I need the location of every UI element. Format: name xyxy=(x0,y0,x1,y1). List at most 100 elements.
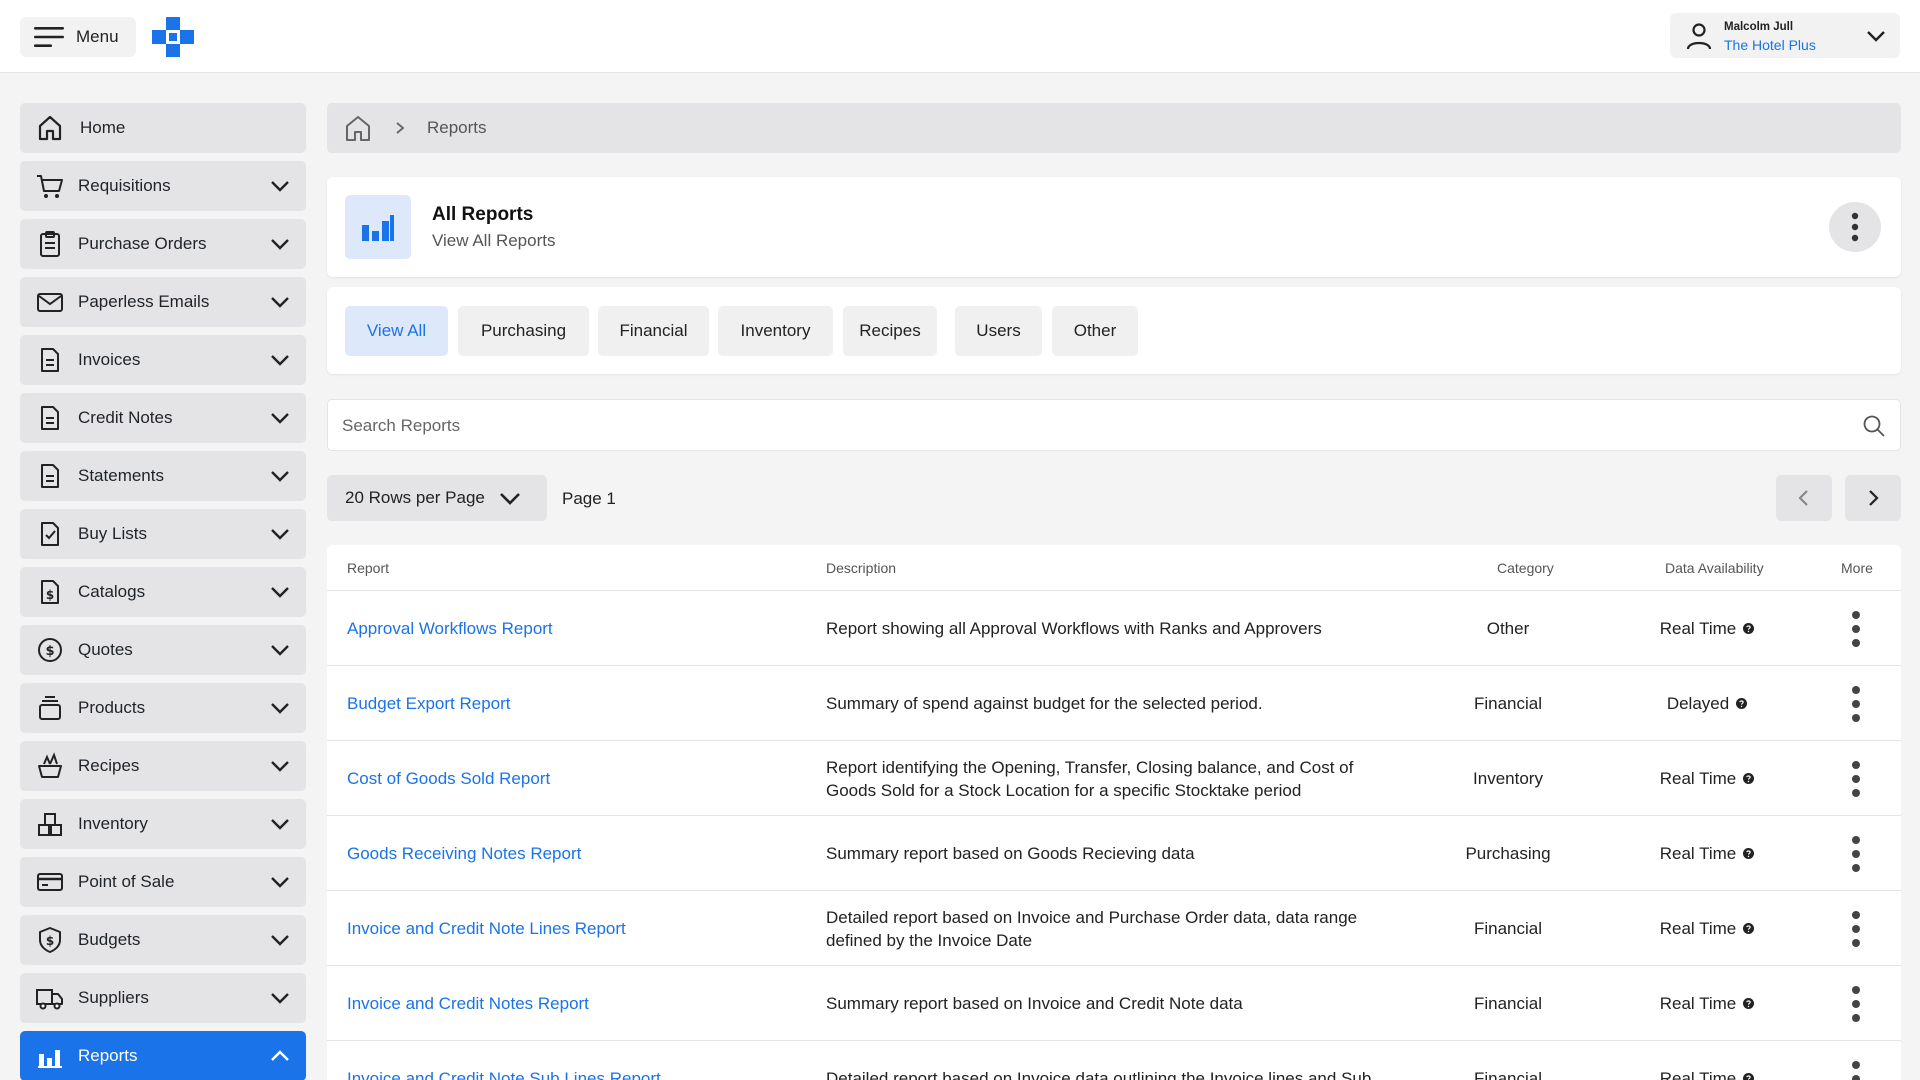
report-availability: Real Time xyxy=(1627,966,1787,1041)
sidebar-item-invoices[interactable]: Invoices xyxy=(20,335,306,385)
report-link[interactable]: Invoice and Credit Note Lines Report xyxy=(347,891,626,966)
report-link[interactable]: Budget Export Report xyxy=(347,666,510,741)
sidebar-item-label: Quotes xyxy=(78,640,133,659)
help-icon[interactable] xyxy=(1736,698,1748,709)
row-more-icon[interactable] xyxy=(1849,909,1863,949)
document-icon xyxy=(41,406,59,430)
tab-view-all[interactable]: View All xyxy=(345,306,448,356)
sidebar-item-statements[interactable]: Statements xyxy=(20,451,306,501)
sidebar-item-point-of-sale[interactable]: Point of Sale xyxy=(20,857,306,907)
chevron-down-icon xyxy=(1867,31,1885,42)
sidebar-item-inventory[interactable]: Inventory xyxy=(20,799,306,849)
chevron-down-icon xyxy=(271,935,289,946)
help-icon[interactable] xyxy=(1743,773,1755,784)
row-more-icon[interactable] xyxy=(1849,759,1863,799)
sidebar-item-label: Products xyxy=(78,698,146,717)
home-icon[interactable] xyxy=(343,113,373,143)
svg-text:$: $ xyxy=(46,588,54,602)
report-description: Detailed report based on Invoice data ou… xyxy=(826,1069,1372,1080)
sidebar-item-products[interactable]: Products xyxy=(20,683,306,733)
report-link[interactable]: Invoice and Credit Note Sub Lines Report xyxy=(347,1041,661,1080)
page-title: All Reports xyxy=(432,204,534,225)
sidebar-item-credit-notes[interactable]: Credit Notes xyxy=(20,393,306,443)
availability-text: Real Time xyxy=(1659,1068,1737,1080)
report-link[interactable]: Goods Receiving Notes Report xyxy=(347,816,581,891)
table-row: Approval Workflows Report Report showing… xyxy=(327,591,1901,666)
sidebar-item-paperless-emails[interactable]: Paperless Emails xyxy=(20,277,306,327)
sidebar-item-budgets[interactable]: $ Budgets xyxy=(20,915,306,965)
column-header-report[interactable]: Report xyxy=(347,560,389,576)
boxes-icon xyxy=(38,813,62,836)
sidebar-item-purchase-orders[interactable]: Purchase Orders xyxy=(20,219,306,269)
category-tabs: View All Purchasing Financial Inventory … xyxy=(327,287,1901,374)
tab-recipes[interactable]: Recipes xyxy=(843,306,937,356)
table-header: Report Description Category Data Availab… xyxy=(327,545,1901,591)
sidebar-item-reports[interactable]: Reports xyxy=(20,1031,306,1080)
app-logo[interactable] xyxy=(152,17,194,57)
rows-per-page-select[interactable]: 20 Rows per Page xyxy=(327,475,547,521)
pot-icon xyxy=(38,752,62,778)
availability-text: Delayed xyxy=(1666,693,1730,713)
report-link[interactable]: Approval Workflows Report xyxy=(347,591,553,666)
header-more-button[interactable] xyxy=(1829,202,1881,252)
report-availability: Real Time xyxy=(1627,741,1787,816)
report-category: Financial xyxy=(1473,693,1543,713)
row-more-icon[interactable] xyxy=(1849,684,1863,724)
user-menu[interactable]: Malcolm Jull The Hotel Plus xyxy=(1670,13,1900,58)
next-page-button[interactable] xyxy=(1845,475,1901,521)
page-indicator: Page 1 xyxy=(562,489,616,508)
tab-other[interactable]: Other xyxy=(1052,306,1138,356)
chevron-down-icon xyxy=(271,297,289,308)
sidebar-item-suppliers[interactable]: Suppliers xyxy=(20,973,306,1023)
search-icon[interactable] xyxy=(1862,414,1886,438)
help-icon[interactable] xyxy=(1743,998,1755,1009)
sidebar-item-requisitions[interactable]: Requisitions xyxy=(20,161,306,211)
row-more-icon[interactable] xyxy=(1849,1059,1863,1080)
previous-page-button[interactable] xyxy=(1776,475,1832,521)
help-icon[interactable] xyxy=(1743,923,1755,934)
column-header-data-availability[interactable]: Data Availability xyxy=(1665,560,1764,576)
row-more-icon[interactable] xyxy=(1849,609,1863,649)
sidebar-item-recipes[interactable]: Recipes xyxy=(20,741,306,791)
help-icon[interactable] xyxy=(1743,1073,1755,1080)
sidebar-item-home[interactable]: Home xyxy=(20,103,306,153)
chevron-down-icon xyxy=(271,877,289,888)
availability-text: Real Time xyxy=(1659,618,1737,638)
row-more-icon[interactable] xyxy=(1849,834,1863,874)
tab-purchasing[interactable]: Purchasing xyxy=(458,306,589,356)
sidebar-item-quotes[interactable]: $ Quotes xyxy=(20,625,306,675)
chevron-down-icon xyxy=(271,703,289,714)
document-icon xyxy=(41,464,59,488)
menu-button[interactable]: Menu xyxy=(20,17,136,57)
tab-inventory[interactable]: Inventory xyxy=(718,306,833,356)
tab-users[interactable]: Users xyxy=(955,306,1042,356)
report-description: Summary of spend against budget for the … xyxy=(826,694,1263,713)
sidebar-item-buy-lists[interactable]: Buy Lists xyxy=(20,509,306,559)
availability-text: Real Time xyxy=(1659,918,1737,938)
column-header-category[interactable]: Category xyxy=(1497,560,1554,576)
sidebar-item-label: Invoices xyxy=(78,350,141,369)
table-row: Cost of Goods Sold Report Report identif… xyxy=(327,741,1901,816)
clipboard-icon xyxy=(40,231,60,257)
tab-financial[interactable]: Financial xyxy=(598,306,709,356)
column-header-description[interactable]: Description xyxy=(826,560,896,576)
search-input[interactable] xyxy=(342,414,1822,438)
sidebar-item-catalogs[interactable]: $ Catalogs xyxy=(20,567,306,617)
row-more-icon[interactable] xyxy=(1849,984,1863,1024)
reports-header-card: All Reports View All Reports xyxy=(327,177,1901,277)
sidebar-item-label: Budgets xyxy=(78,930,141,949)
reports-table: Report Description Category Data Availab… xyxy=(327,545,1901,1080)
help-icon[interactable] xyxy=(1743,623,1755,634)
checklist-icon xyxy=(41,522,59,546)
report-link[interactable]: Cost of Goods Sold Report xyxy=(347,741,550,816)
help-icon[interactable] xyxy=(1743,848,1755,859)
report-description: Summary report based on Invoice and Cred… xyxy=(826,994,1243,1013)
report-availability: Real Time xyxy=(1627,891,1787,966)
report-category: Financial xyxy=(1473,918,1543,938)
sidebar-item-label: Requisitions xyxy=(78,176,171,195)
report-link[interactable]: Invoice and Credit Notes Report xyxy=(347,966,589,1041)
chevron-right-icon xyxy=(1869,490,1879,506)
sidebar-item-label: Reports xyxy=(78,1046,138,1065)
availability-text: Real Time xyxy=(1659,768,1737,788)
sidebar-item-label: Home xyxy=(80,118,126,137)
